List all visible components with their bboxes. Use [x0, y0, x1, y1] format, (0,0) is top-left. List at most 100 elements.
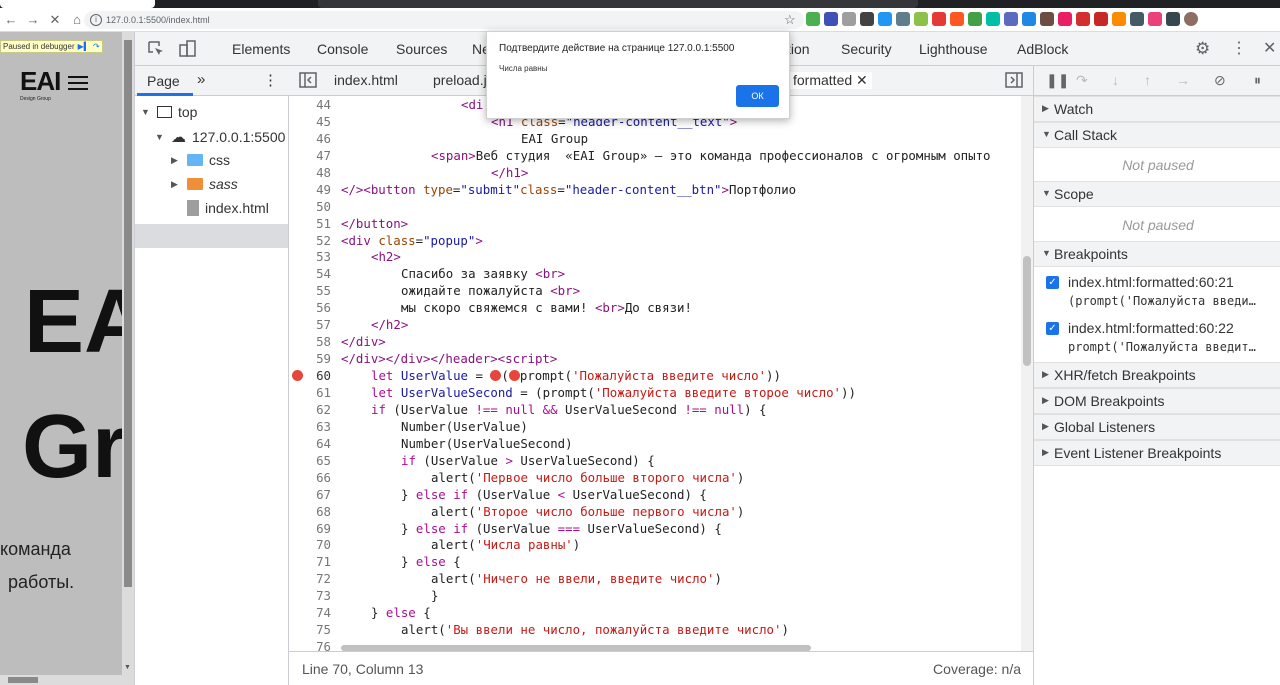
collapse-arrow-icon[interactable]: ▶ [1042, 369, 1049, 380]
line-number[interactable]: 53 [289, 248, 331, 265]
section-xhr-breakpoints[interactable]: ▶ XHR/fetch Breakpoints [1034, 362, 1280, 388]
code-line[interactable]: 59 </div></div></header><script> [289, 350, 1021, 367]
extension-icon[interactable] [1094, 12, 1108, 26]
line-number[interactable]: 58 [289, 333, 331, 350]
code-line[interactable]: 62 if (UserValue !== null && UserValueSec… [289, 401, 1021, 418]
close-tab-icon[interactable]: ✕ [856, 72, 868, 88]
code-line[interactable]: 68 alert('Второе число больше первого чис… [289, 503, 1021, 520]
forward-icon[interactable]: → [22, 12, 44, 27]
info-icon[interactable]: i [90, 14, 102, 26]
line-number[interactable]: 59 [289, 350, 331, 367]
code-line[interactable]: 57 </h2> [289, 316, 1021, 333]
code-line[interactable]: 46 EAI Group [289, 130, 1021, 147]
browser-tab[interactable] [318, 0, 918, 8]
code-line[interactable]: 50 [289, 198, 1021, 215]
tab-page[interactable]: Page [147, 73, 180, 89]
extension-icon[interactable] [968, 12, 982, 26]
line-number[interactable]: 70 [289, 536, 331, 553]
code-line[interactable]: 73} [289, 587, 1021, 604]
extension-icon[interactable] [1004, 12, 1018, 26]
tab-security[interactable]: Security [841, 41, 892, 57]
expand-arrow-icon[interactable]: ▼ [1042, 129, 1051, 139]
site-logo[interactable]: EAI [20, 66, 61, 97]
back-icon[interactable]: ← [0, 12, 22, 27]
extension-icon[interactable] [1148, 12, 1162, 26]
resume-icon[interactable]: ▶▍ [78, 42, 90, 51]
extension-icon[interactable] [1058, 12, 1072, 26]
tab-lighthouse[interactable]: Lighthouse [919, 41, 988, 57]
section-breakpoints[interactable]: ▼ Breakpoints [1034, 241, 1280, 267]
tab-sources[interactable]: Sources [396, 41, 447, 57]
extension-icon[interactable] [842, 12, 856, 26]
collapse-arrow-icon[interactable]: ▶ [1042, 395, 1049, 406]
line-number[interactable]: 67 [289, 486, 331, 503]
line-number[interactable]: 50 [289, 198, 331, 215]
extension-icon[interactable] [806, 12, 820, 26]
code-line[interactable]: 64 Number(UserValueSecond) [289, 435, 1021, 452]
extension-icon[interactable] [1040, 12, 1054, 26]
code-line[interactable]: 72 alert('Ничего не ввели, введите число'… [289, 570, 1021, 587]
pause-icon[interactable]: ❚❚ [1046, 72, 1069, 89]
line-number[interactable]: 55 [289, 282, 331, 299]
code-line[interactable]: 66 alert('Первое число больше второго чис… [289, 469, 1021, 486]
code-line[interactable]: 58 </div> [289, 333, 1021, 350]
code-line[interactable]: 67} else if (UserValue < UserValueSecond… [289, 486, 1021, 503]
line-number[interactable]: 69 [289, 520, 331, 537]
tree-item-index-html[interactable]: index.html [187, 200, 269, 216]
line-number[interactable]: 54 [289, 265, 331, 282]
line-number[interactable]: 46 [289, 130, 331, 147]
more-options-icon[interactable]: ⋮ [1231, 38, 1249, 57]
expand-arrow-icon[interactable]: ▼ [141, 107, 151, 117]
line-number[interactable]: 57 [289, 316, 331, 333]
line-number[interactable]: 62 [289, 401, 331, 418]
code-line[interactable]: 74} else { [289, 604, 1021, 621]
stop-icon[interactable]: ✕ [44, 12, 66, 28]
code-line[interactable]: 71} else { [289, 553, 1021, 570]
more-tabs-icon[interactable]: » [197, 71, 205, 88]
breakpoint-marker-icon[interactable] [292, 370, 303, 382]
toggle-debugger-icon[interactable] [1005, 71, 1023, 92]
pause-on-exceptions-icon[interactable]: ⏸ [1254, 72, 1261, 89]
line-number[interactable]: 71 [289, 553, 331, 570]
extension-icon[interactable] [1076, 12, 1090, 26]
avatar[interactable] [1184, 12, 1198, 26]
settings-gear-icon[interactable]: ⚙ [1195, 39, 1213, 58]
line-number[interactable]: 65 [289, 452, 331, 469]
code-line[interactable]: 48 </h1> [289, 164, 1021, 181]
expand-arrow-icon[interactable]: ▼ [1042, 248, 1051, 258]
collapse-arrow-icon[interactable]: ▶ [1042, 103, 1049, 114]
breakpoint-checkbox[interactable]: ✓ [1046, 276, 1059, 289]
inspect-element-icon[interactable] [147, 40, 165, 58]
page-vertical-scrollbar[interactable]: ▼ [122, 32, 134, 685]
code-line[interactable]: 53 <h2> [289, 248, 1021, 265]
line-number[interactable]: 44 [289, 96, 331, 113]
extension-icon[interactable] [1112, 12, 1126, 26]
breakpoint-item[interactable]: ✓ index.html:formatted:60:22 prompt('Пож… [1046, 320, 1278, 360]
code-line[interactable]: 47 <span>Веб студия «EAI Group» — это ком… [289, 147, 1021, 164]
line-number[interactable]: 72 [289, 570, 331, 587]
code-line[interactable]: 55 ожидайте пожалуйста <br> [289, 282, 1021, 299]
breakpoint-item[interactable]: ✓ index.html:formatted:60:21 (prompt('По… [1046, 274, 1278, 314]
tree-item-sass[interactable]: ▶ sass [171, 176, 238, 192]
collapse-arrow-icon[interactable]: ▶ [1042, 447, 1049, 458]
line-number[interactable]: 64 [289, 435, 331, 452]
code-line[interactable]: 63 Number(UserValue) [289, 418, 1021, 435]
line-number[interactable]: 68 [289, 503, 331, 520]
code-line[interactable]: 70 alert('Числа равны') [289, 536, 1021, 553]
tab-elements[interactable]: Elements [232, 41, 290, 57]
step-over-icon[interactable]: ↷ [1076, 72, 1088, 89]
collapse-arrow-icon[interactable]: ▶ [1042, 421, 1049, 432]
line-number[interactable]: 66 [289, 469, 331, 486]
device-toolbar-icon[interactable] [179, 40, 197, 58]
scrollbar-thumb[interactable] [1023, 256, 1031, 366]
line-number[interactable]: 63 [289, 418, 331, 435]
tab-application[interactable]: tion [787, 41, 810, 57]
line-number[interactable]: 45 [289, 113, 331, 130]
tree-item-top[interactable]: ▼ top [141, 104, 197, 120]
extension-icon[interactable] [932, 12, 946, 26]
tab-console[interactable]: Console [317, 41, 368, 57]
step-into-icon[interactable]: ↓ [1112, 72, 1119, 88]
code-line[interactable]: 69} else if (UserValue === UserValueSeco… [289, 520, 1021, 537]
editor-vertical-scrollbar[interactable] [1021, 96, 1033, 651]
extension-icon[interactable] [878, 12, 892, 26]
